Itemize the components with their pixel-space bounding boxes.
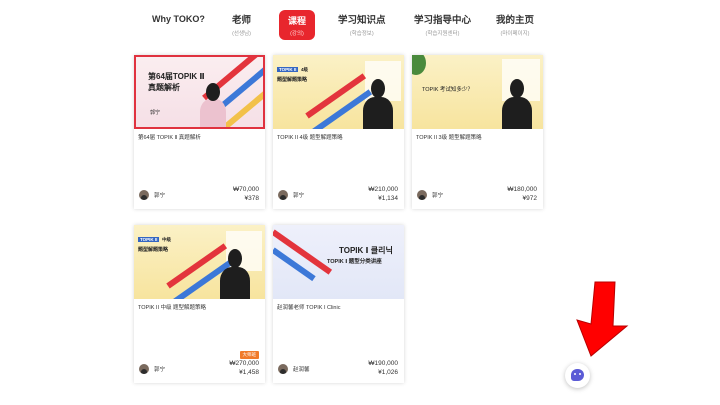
presenter-figure [502,97,532,129]
course-teacher: 郭宁 [278,190,304,200]
thumb-tag: TOPIK II [138,237,160,242]
course-teacher: 郭宁 [417,190,443,200]
teacher-name: 郭宁 [154,367,166,373]
nav-courses-sub: (강의) [290,31,304,37]
nav-courses-label: 课程 [287,16,306,26]
nav-my-home-sub: (마이페이지) [500,31,530,37]
nav-knowledge-sub: (학습정보) [349,31,374,37]
price-cny: ¥972 [522,195,537,202]
thumb-tag: TOPIK II [277,67,299,72]
nav-my-home-label: 我的主页 [496,15,535,26]
nav-my-home[interactable]: 我的主页 (마이페이지) [496,12,534,37]
course-title[interactable]: TOPIK II 中级 题型解题策略 [134,299,265,311]
course-thumbnail[interactable]: 第64届TOPIK Ⅱ 真题解析 郭宁 [134,55,265,129]
nav-guide-label: 学习指导中心 [414,15,472,26]
thumb-line-1: 题型解题策略 [277,77,308,83]
course-card[interactable]: TOPIK II 中级 题型解题策略 TOPIK II 中级 题型解题策略 大师… [134,225,265,383]
nav-guide[interactable]: 学习指导中心 (학습지원센터) [414,12,471,37]
price-cny: ¥1,134 [378,195,398,202]
teacher-avatar [417,190,427,200]
thumb-tag-suffix: 4级 [301,67,309,72]
course-thumbnail[interactable]: TOPIK 考试知多少？ [412,55,543,129]
red-down-arrow-icon [576,281,629,357]
course-thumbnail[interactable]: TOPIK Ⅰ 클리닉 TOPIK Ⅰ 题型分类讲座 [273,225,404,299]
top-nav: Why TOKO? 老师 (선생님) 课程 (강의) 学习知识点 (학습정보) … [0,0,720,46]
price-krw: ₩190,000 [368,360,398,367]
teacher-name: 郭宁 [154,193,166,199]
price-cny: ¥1,026 [378,369,398,376]
teacher-avatar [139,190,149,200]
price-krw: ₩180,000 [507,186,537,193]
price-krw: ₩270,000 [229,360,259,367]
course-card[interactable]: TOPIK 考试知多少？ TOPIK II 3级 题型解题策略 郭宁 ₩180,… [412,55,543,209]
course-badge: 大师班 [239,351,259,359]
nav-courses[interactable]: 课程 (강의) [279,10,315,40]
presenter-head [371,79,385,98]
course-card[interactable]: TOPIK II 4级 题型解题策略 TOPIK II 4级 题型解题策略 郭宁… [273,55,404,209]
teacher-name: 郭宁 [432,193,444,199]
course-price: ₩70,000 ¥378 [233,185,259,203]
nav-why-toko[interactable]: Why TOKO? [152,14,205,24]
thumb-line-2: TOPIK Ⅰ 题型分类讲座 [327,259,382,265]
thumb-line-1: 题型解题策略 [138,247,169,253]
nav-teacher-sub: (선생님) [232,31,251,37]
teacher-avatar [139,364,149,374]
nav-knowledge-label: 学习知识点 [338,15,386,26]
teacher-name: 赵润馨 [293,367,310,373]
thumb-line-1: TOPIK Ⅰ 클리닉 [339,246,393,255]
chat-button[interactable] [565,363,590,388]
nav-teacher[interactable]: 老师 (선생님) [232,12,251,37]
price-krw: ₩70,000 [232,186,259,193]
nav-teacher-label: 老师 [232,15,252,26]
course-title[interactable]: 赵润馨老师 TOPIK I Clinic [273,299,404,311]
course-teacher: 郭宁 [139,190,165,200]
chat-bubble-icon [571,369,584,381]
nav-guide-sub: (학습지원센터) [425,31,460,37]
course-price: ₩190,000 ¥1,026 [368,359,398,377]
selected-border [134,55,265,129]
course-title[interactable]: TOPIK II 4级 题型解题策略 [273,129,404,141]
presenter-figure [363,97,393,129]
price-cny: ¥378 [244,195,259,202]
course-teacher: 赵润馨 [278,364,310,374]
course-thumbnail[interactable]: TOPIK II 中级 题型解题策略 [134,225,265,299]
presenter-head [228,249,242,268]
price-krw: ₩210,000 [368,186,398,193]
price-cny: ¥1,458 [239,369,259,376]
course-price: ₩270,000 ¥1,458 [229,359,259,377]
presenter-figure [220,267,250,299]
course-price: ₩180,000 ¥972 [507,185,537,203]
thumb-line-1: TOPIK 考试知多少？ [422,87,473,93]
course-card[interactable]: 第64届TOPIK Ⅱ 真题解析 郭宁 第64届 TOPIK Ⅱ 真题解析 郭宁… [134,55,265,209]
course-price: ₩210,000 ¥1,134 [368,185,398,203]
nav-knowledge[interactable]: 学习知识点 (학습정보) [338,12,386,37]
course-title[interactable]: TOPIK II 3级 题型解题策略 [412,129,543,141]
thumb-tag-suffix: 中级 [162,237,171,242]
course-thumbnail[interactable]: TOPIK II 4级 题型解题策略 [273,55,404,129]
teacher-name: 郭宁 [293,193,305,199]
course-teacher: 郭宁 [139,364,165,374]
presenter-head [510,79,524,98]
teacher-avatar [278,364,288,374]
course-card[interactable]: TOPIK Ⅰ 클리닉 TOPIK Ⅰ 题型分类讲座 赵润馨老师 TOPIK I… [273,225,404,383]
nav-why-toko-label: Why TOKO? [152,14,205,24]
course-title[interactable]: 第64届 TOPIK Ⅱ 真题解析 [134,129,265,141]
teacher-avatar [278,190,288,200]
